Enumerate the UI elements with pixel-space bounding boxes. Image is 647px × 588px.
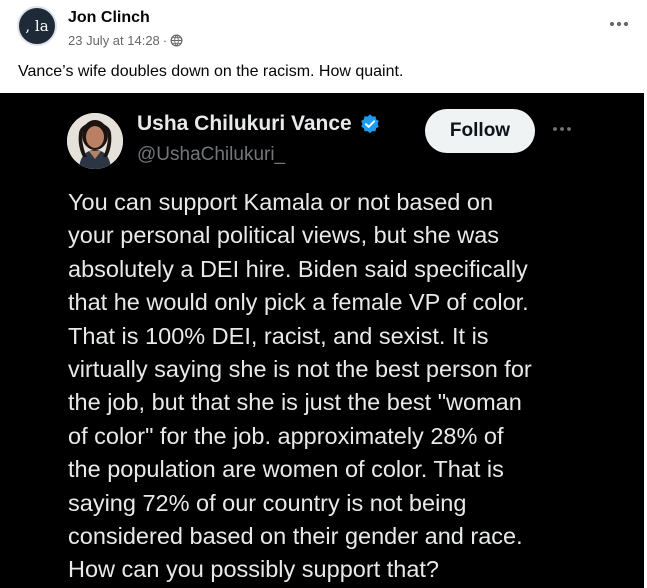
more-options-button[interactable]	[607, 12, 631, 36]
tweet-avatar	[67, 113, 123, 169]
follow-button[interactable]: Follow	[425, 109, 535, 153]
verified-badge-icon	[360, 114, 379, 134]
tweet-body: You can support Kamala or not based on y…	[68, 189, 532, 583]
meta-separator: ·	[162, 33, 168, 48]
post-date[interactable]: 23 July at 14:28	[68, 33, 160, 48]
tweet-screenshot[interactable]: Usha Chilukuri Vance @UshaChilukuri_ Fol…	[0, 93, 644, 588]
globe-icon[interactable]	[170, 34, 183, 47]
more-horizontal-icon	[609, 21, 629, 27]
tweet-handle: @UshaChilukuri_	[137, 144, 286, 165]
avatar[interactable]: , la	[17, 6, 57, 46]
tweet-author-name: Usha Chilukuri Vance	[137, 112, 381, 136]
post-text: Vance’s wife doubles down on the racism.…	[18, 63, 404, 80]
post-meta: 23 July at 14:28 ·	[68, 33, 183, 48]
tweet-author-label: Usha Chilukuri Vance	[137, 112, 352, 135]
profile-photo-icon	[67, 113, 123, 169]
more-horizontal-icon	[553, 127, 571, 131]
post-header: , la Jon Clinch 23 July at 14:28 ·	[0, 0, 647, 60]
author-name[interactable]: Jon Clinch	[68, 9, 150, 27]
tweet-more-button[interactable]	[549, 119, 575, 139]
